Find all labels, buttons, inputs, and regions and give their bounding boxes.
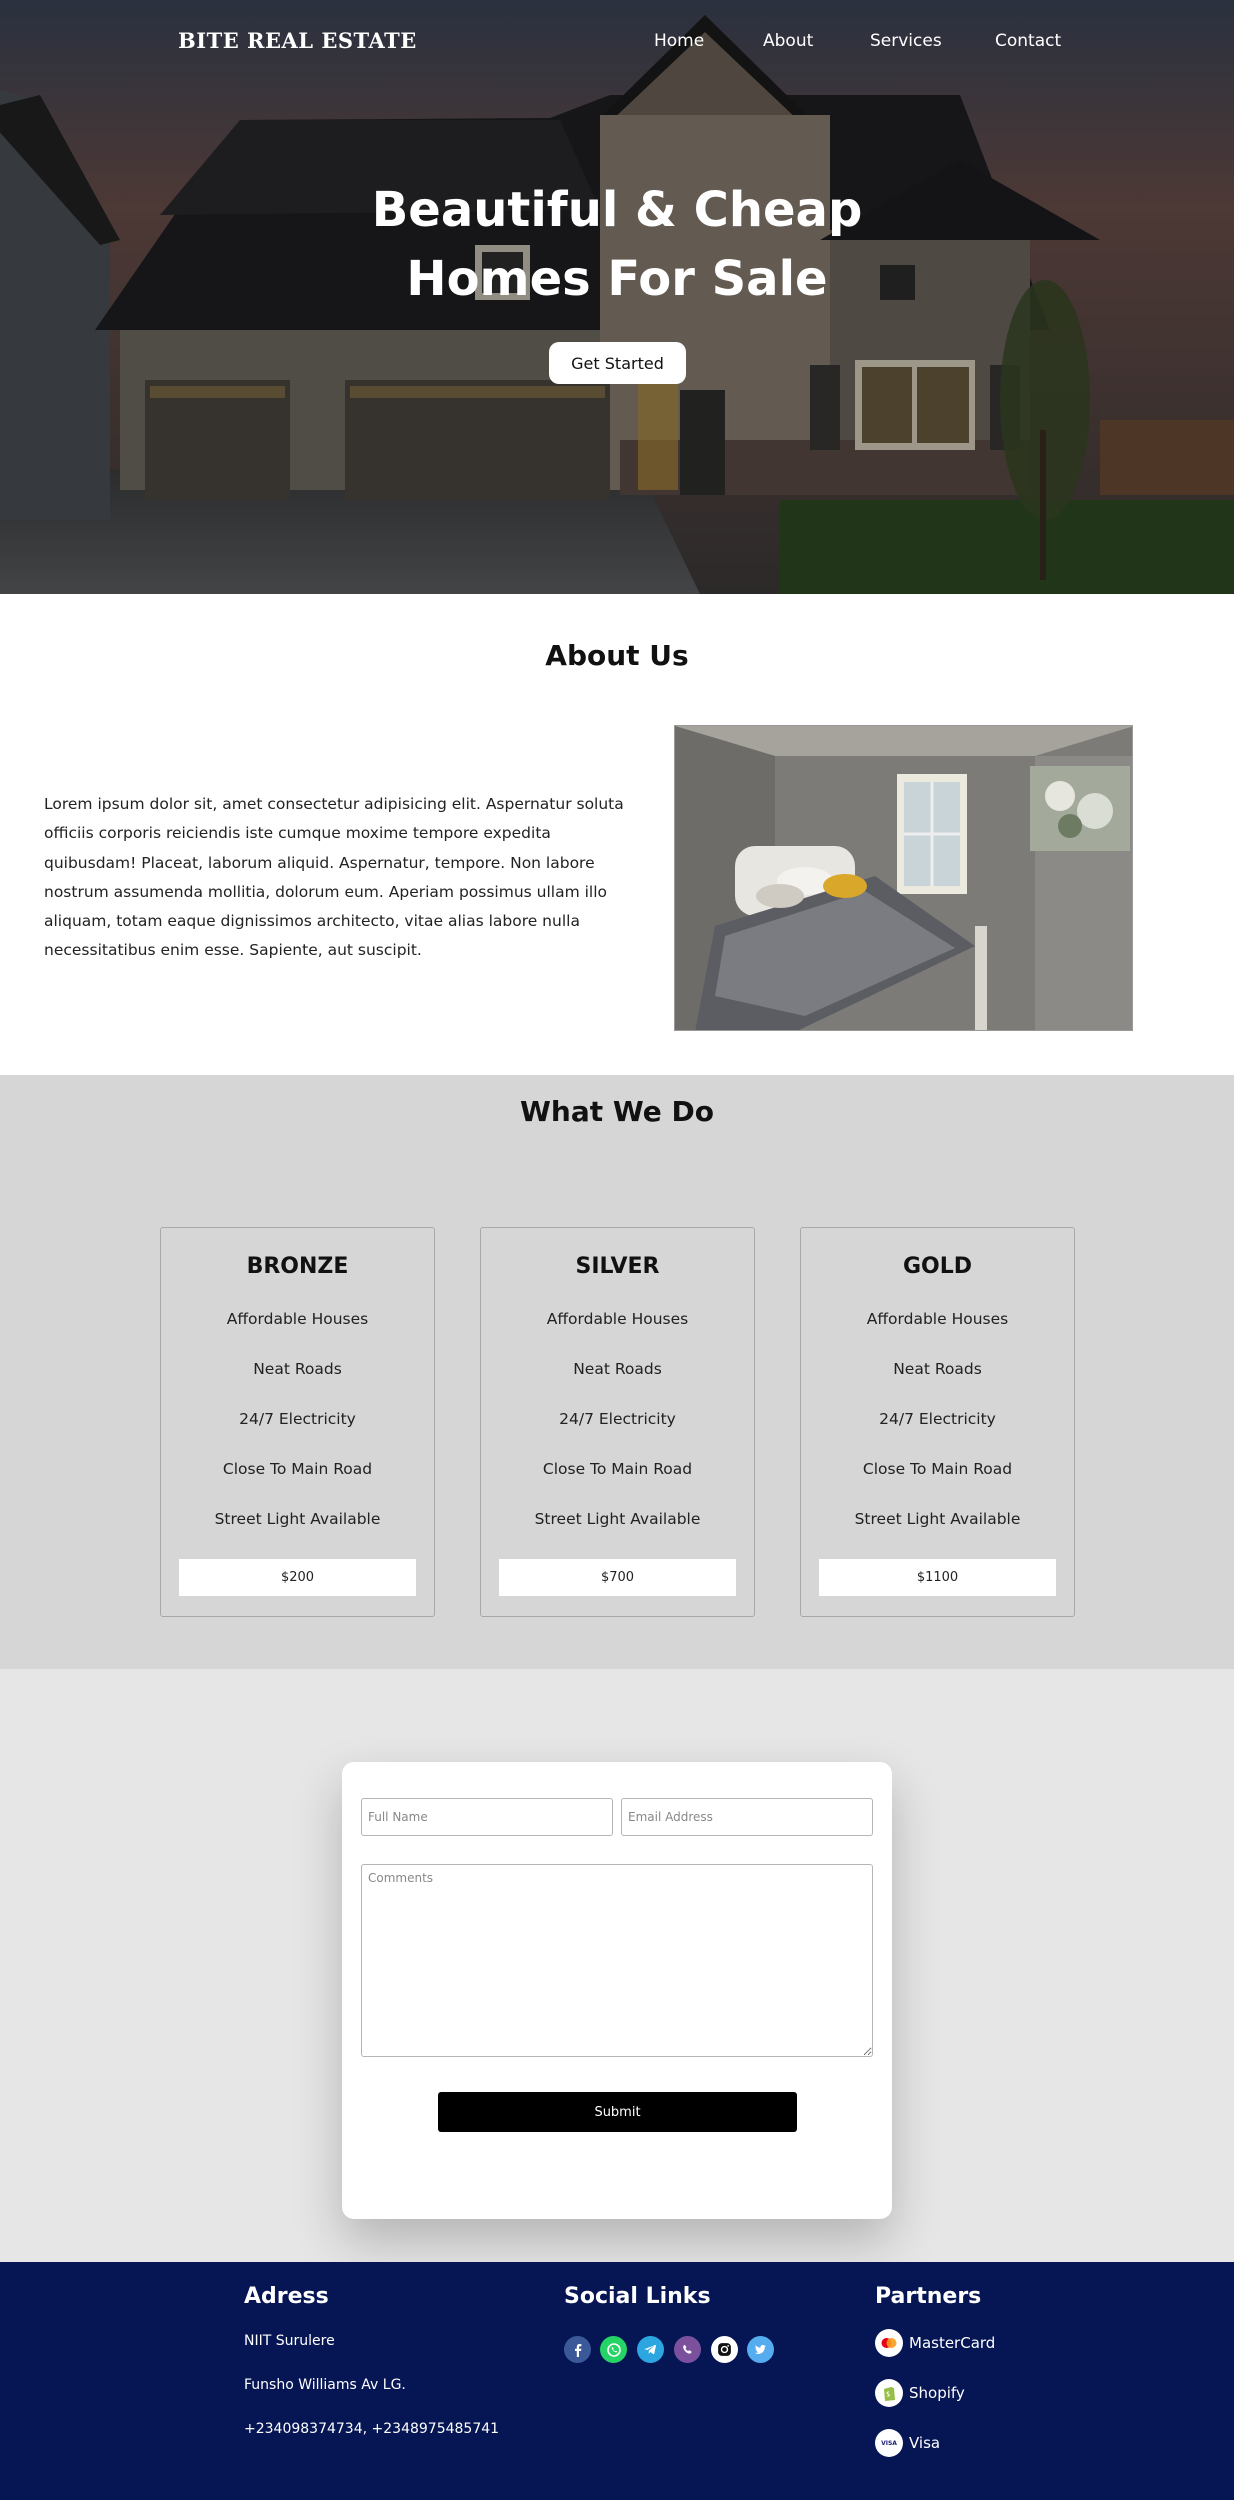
partner-label: Visa	[909, 2434, 941, 2452]
partner-mastercard[interactable]: MasterCard	[875, 2329, 995, 2357]
plan-card-silver: SILVER Affordable Houses Neat Roads 24/7…	[480, 1227, 755, 1617]
telegram-icon[interactable]	[637, 2336, 664, 2363]
whatsapp-icon[interactable]	[600, 2336, 627, 2363]
site-logo[interactable]: BITE REAL ESTATE	[178, 28, 417, 53]
instagram-icon[interactable]	[711, 2336, 738, 2363]
partner-label: MasterCard	[909, 2334, 996, 2352]
plan-name: BRONZE	[246, 1254, 349, 1279]
about-title: About Us	[545, 639, 689, 672]
services-title: What We Do	[520, 1095, 714, 1128]
bedroom-image	[674, 725, 1133, 1031]
plan-feature: Affordable Houses	[546, 1310, 689, 1328]
nav-link-about[interactable]: About	[763, 31, 813, 51]
about-section: About Us Lorem ipsum dolor sit, amet con…	[0, 594, 1234, 1075]
plan-feature: Neat Roads	[893, 1360, 982, 1378]
address-line: NIIT Surulere	[244, 2333, 335, 2349]
plan-price-button[interactable]: $1100	[819, 1559, 1056, 1596]
plan-feature: Street Light Available	[854, 1510, 1021, 1528]
partners-heading: Partners	[875, 2284, 982, 2309]
plan-feature: 24/7 Electricity	[239, 1410, 356, 1428]
nav-link-contact[interactable]: Contact	[995, 31, 1061, 51]
plan-feature: Close To Main Road	[222, 1460, 373, 1478]
full-name-input[interactable]	[361, 1798, 613, 1836]
email-input[interactable]	[621, 1798, 873, 1836]
contact-form: Submit	[342, 1762, 892, 2219]
hero-title-line2: Homes For Sale	[406, 251, 828, 307]
plan-price-button[interactable]: $200	[179, 1559, 416, 1596]
partner-visa[interactable]: VISA Visa	[875, 2429, 940, 2457]
plan-name: GOLD	[902, 1254, 973, 1279]
plan-name: SILVER	[575, 1254, 660, 1279]
partner-shopify[interactable]: Shopify	[875, 2379, 965, 2407]
get-started-button[interactable]: Get Started	[549, 342, 686, 384]
plan-card-bronze: BRONZE Affordable Houses Neat Roads 24/7…	[160, 1227, 435, 1617]
plan-feature: Close To Main Road	[542, 1460, 693, 1478]
hero-title-line1: Beautiful & Cheap	[371, 182, 863, 238]
social-links-heading: Social Links	[564, 2284, 711, 2309]
footer: Adress NIIT Surulere Funsho Williams Av …	[0, 2262, 1234, 2500]
address-phone: +234098374734, +2348975485741	[244, 2421, 500, 2437]
plan-feature: Affordable Houses	[866, 1310, 1009, 1328]
address-line: Funsho Williams Av LG.	[244, 2377, 406, 2393]
plan-feature: Street Light Available	[214, 1510, 381, 1528]
nav-link-home[interactable]: Home	[654, 31, 704, 51]
nav-link-services[interactable]: Services	[870, 31, 942, 51]
plan-card-gold: GOLD Affordable Houses Neat Roads 24/7 E…	[800, 1227, 1075, 1617]
plan-feature: 24/7 Electricity	[559, 1410, 676, 1428]
address-heading: Adress	[244, 2284, 329, 2309]
comments-textarea[interactable]	[361, 1864, 873, 2057]
hero-section: BITE REAL ESTATE Home About Services Con…	[0, 0, 1234, 594]
submit-button[interactable]: Submit	[438, 2092, 797, 2132]
plan-feature: Neat Roads	[253, 1360, 342, 1378]
plan-feature: Affordable Houses	[226, 1310, 369, 1328]
contact-section: Submit	[0, 1669, 1234, 2262]
top-nav: BITE REAL ESTATE Home About Services Con…	[0, 0, 1234, 84]
services-section: What We Do BRONZE Affordable Houses Neat…	[0, 1075, 1234, 1669]
plan-feature: Close To Main Road	[862, 1460, 1013, 1478]
shopify-icon	[875, 2379, 903, 2407]
viber-icon[interactable]	[674, 2336, 701, 2363]
about-text: Lorem ipsum dolor sit, amet consectetur …	[44, 795, 624, 960]
plan-feature: Street Light Available	[534, 1510, 701, 1528]
visa-icon: VISA	[875, 2429, 903, 2457]
partner-label: Shopify	[909, 2384, 965, 2402]
twitter-icon[interactable]	[747, 2336, 774, 2363]
plan-price-button[interactable]: $700	[499, 1559, 736, 1596]
visa-icon-text: VISA	[881, 2439, 897, 2447]
facebook-icon[interactable]	[564, 2336, 591, 2363]
plan-feature: Neat Roads	[573, 1360, 662, 1378]
plan-feature: 24/7 Electricity	[879, 1410, 996, 1428]
mastercard-icon	[875, 2329, 903, 2357]
